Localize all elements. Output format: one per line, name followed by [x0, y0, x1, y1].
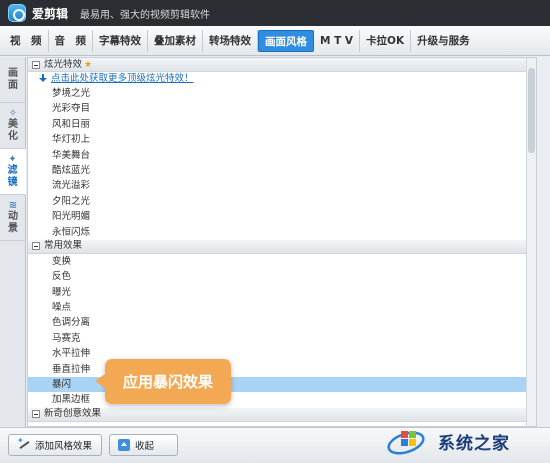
title-bar: 爱剪辑 最易用、强大的视频剪辑软件 — [0, 0, 550, 26]
get-more-effects-link[interactable]: 点击此处获取更多顶级炫光特效！ — [51, 72, 194, 86]
star-icon: ★ — [84, 59, 93, 70]
main-tab-bar: 视 频 音 频 字幕特效 叠加素材 转场特效 画面风格 M T V 卡拉OK 升… — [0, 26, 550, 56]
list-item[interactable]: 永恒闪烁 — [28, 225, 536, 240]
list-item[interactable]: 噪点 — [28, 300, 536, 315]
watermark-text: 系统之家 — [438, 433, 510, 454]
list-item[interactable]: 夕阳之光 — [28, 194, 536, 209]
wand-icon: ✧ — [8, 107, 18, 119]
tab-overlay-materials[interactable]: 叠加素材 — [148, 29, 203, 52]
windows-logo-icon — [387, 431, 425, 455]
tab-picture-style[interactable]: 画面风格 — [258, 29, 314, 52]
side-tab-picture[interactable]: 画面 — [0, 57, 26, 103]
list-item[interactable]: 反色 — [28, 269, 536, 284]
side-tab-bar: 画面 ✧ 美化 ✦ 滤镜 ≋ 动景 — [0, 57, 26, 427]
fold-button[interactable]: 收起 — [109, 434, 178, 456]
collapse-icon[interactable] — [32, 60, 40, 69]
side-tab-label: 画面 — [8, 67, 18, 91]
list-item[interactable]: 酷炫蓝光 — [28, 163, 536, 178]
tab-mtv[interactable]: M T V — [314, 29, 361, 52]
list-item[interactable]: 变换 — [28, 254, 536, 269]
apply-effect-callout: 应用暴闪效果 — [95, 359, 231, 404]
get-more-link-row[interactable]: 点击此处获取更多顶级炫光特效！ — [28, 72, 536, 86]
group-title: 常用效果 — [44, 240, 83, 252]
list-item[interactable]: 华灯初上 — [28, 132, 536, 147]
group-header-common[interactable]: 常用效果 — [28, 239, 536, 254]
list-item[interactable]: 梦境之光 — [28, 86, 536, 101]
list-item[interactable]: 水平拉伸 — [28, 346, 536, 361]
list-item[interactable]: 流光溢彩 — [28, 178, 536, 193]
side-tab-label: 动景 — [8, 210, 18, 234]
tab-karaoke[interactable]: 卡拉OK — [360, 29, 412, 52]
side-tab-label: 滤镜 — [7, 164, 18, 188]
add-style-button[interactable]: 添加风格效果 — [8, 434, 102, 456]
list-item[interactable]: 马赛克 — [28, 331, 536, 346]
side-tab-motion[interactable]: ≋ 动景 — [0, 195, 26, 241]
side-tab-label: 美化 — [8, 118, 18, 142]
tab-video[interactable]: 视 频 — [4, 29, 49, 52]
app-slogan: 最易用、强大的视频剪辑软件 — [80, 9, 211, 21]
list-item[interactable]: 华美舞台 — [28, 148, 536, 163]
app-logo-icon — [8, 4, 26, 22]
scrollbar-thumb[interactable] — [528, 68, 535, 153]
list-item[interactable]: 阳光明媚 — [28, 209, 536, 224]
sparkle-wand-icon: ✦ — [8, 153, 17, 165]
wave-icon: ≋ — [8, 199, 18, 211]
download-icon — [38, 74, 48, 84]
list-item[interactable]: 色调分离 — [28, 315, 536, 330]
add-style-label: 添加风格效果 — [35, 441, 93, 452]
magic-wand-icon — [17, 436, 31, 451]
side-tab-filter[interactable]: ✦ 滤镜 — [0, 149, 26, 195]
list-item[interactable]: 曝光 — [28, 285, 536, 300]
list-item[interactable]: 风和日丽 — [28, 117, 536, 132]
list-scrollbar[interactable] — [526, 58, 536, 426]
group-header-glow[interactable]: 炫光特效 ★ — [28, 58, 536, 72]
collapse-icon[interactable] — [32, 242, 40, 251]
group-title: 新奇创意效果 — [44, 408, 102, 420]
fold-label: 收起 — [135, 441, 155, 452]
tab-audio[interactable]: 音 频 — [49, 29, 93, 52]
watermark: 系统之家 — [386, 419, 550, 463]
side-tab-beautify[interactable]: ✧ 美化 — [0, 103, 26, 149]
tab-upgrade-service[interactable]: 升级与服务 — [411, 30, 476, 52]
collapse-up-icon — [118, 439, 130, 451]
tab-subtitle-effects[interactable]: 字幕特效 — [93, 29, 148, 52]
collapse-icon[interactable] — [32, 410, 40, 419]
list-item[interactable]: 光彩夺目 — [28, 101, 536, 116]
tab-transitions[interactable]: 转场特效 — [203, 29, 258, 52]
effects-list-panel: 炫光特效 ★ 点击此处获取更多顶级炫光特效！ 梦境之光 光彩夺目 风和日丽 华灯… — [27, 57, 537, 427]
app-name: 爱剪辑 — [32, 6, 69, 21]
group-title: 炫光特效 — [44, 58, 83, 70]
